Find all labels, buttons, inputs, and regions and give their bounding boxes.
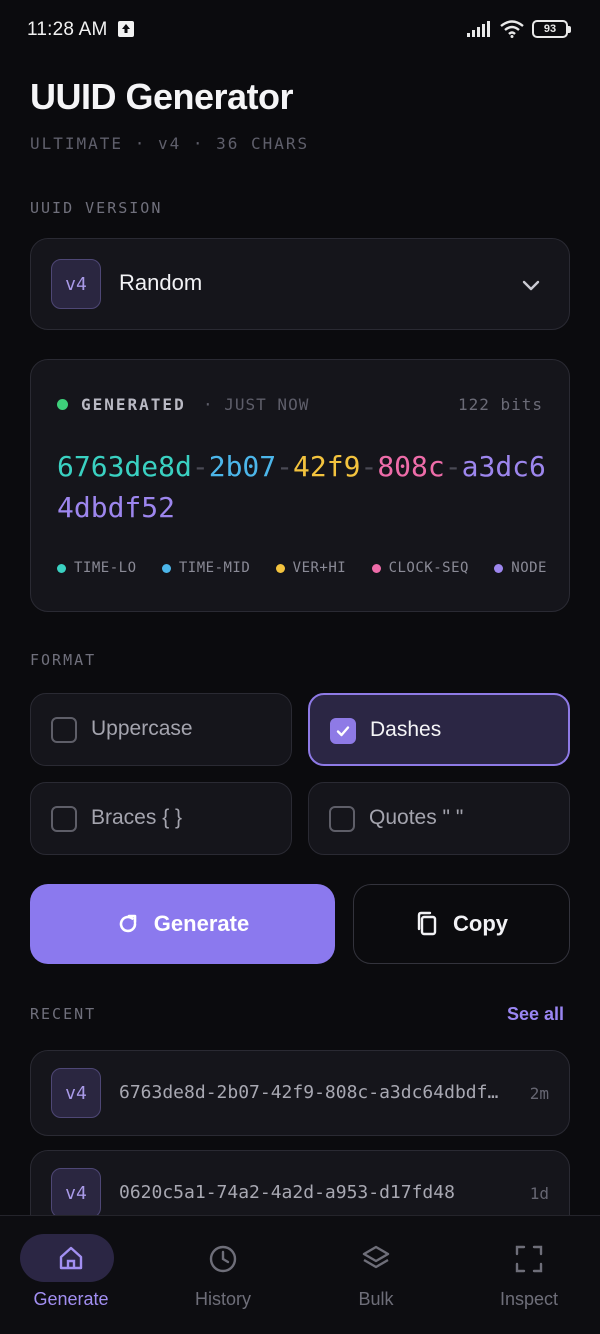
wifi-icon <box>500 20 524 38</box>
status-bar: 11:28 AM 93 <box>0 0 600 60</box>
nav-tab-inspect[interactable]: Inspect <box>454 1216 600 1334</box>
page-title: UUID Generator <box>30 76 294 117</box>
signal-icon <box>467 21 490 37</box>
generated-bits: 122 bits <box>457 395 543 414</box>
legend-item-time-lo: TIME-LO <box>57 560 137 576</box>
uuid-segment-time-lo: 6763de8d <box>57 450 192 483</box>
option-label: Quotes " " <box>369 806 464 829</box>
version-name: Random <box>119 270 203 295</box>
format-option-braces[interactable]: Braces { } <box>30 782 292 855</box>
version-badge: v4 <box>51 259 101 309</box>
version-selector[interactable]: v4 Random <box>30 238 570 330</box>
uuid-dash: - <box>276 450 294 483</box>
clock-icon <box>209 1245 237 1273</box>
recent-uuid: 0620c5a1-74a2-4a2d-a953-d17fd48 <box>119 1182 455 1203</box>
option-label: Dashes <box>370 718 442 741</box>
uuid-dash: - <box>360 450 378 483</box>
option-label: Braces { } <box>91 806 183 829</box>
bottom-navigation: Generate History Bulk Inspect <box>0 1215 600 1334</box>
page-subtitle: ULTIMATE · v4 · 36 CHARS <box>30 134 310 153</box>
checkbox[interactable] <box>51 717 77 743</box>
check-icon <box>336 726 350 737</box>
generated-time: · JUST NOW <box>203 395 310 414</box>
version-section-label: UUID VERSION <box>30 199 163 217</box>
uuid-dash: - <box>191 450 209 483</box>
status-dot <box>57 399 68 410</box>
segment-legend: TIME-LO TIME-MID VER+HI CLOCK-SEQ NODE <box>57 560 547 576</box>
version-badge: v4 <box>51 1068 101 1118</box>
format-option-quotes[interactable]: Quotes " " <box>308 782 570 855</box>
legend-dot <box>275 563 285 573</box>
generated-uuid[interactable]: 6763de8d-2b07-42f9-808c-a3dc64dbdf52 <box>57 446 547 528</box>
uuid-dash: - <box>444 450 462 483</box>
recent-item[interactable]: v4 6763de8d-2b07-42f9-808c-a3dc64dbdf52 … <box>30 1050 570 1136</box>
copy-icon <box>417 911 437 936</box>
nav-tab-history[interactable]: History <box>148 1216 298 1334</box>
nav-tab-generate[interactable]: Generate <box>0 1216 146 1334</box>
copy-button[interactable]: Copy <box>353 884 570 964</box>
recent-age: 2m <box>529 1084 549 1103</box>
uuid-segment-time-mid: 2b07 <box>208 450 277 483</box>
recent-uuid: 6763de8d-2b07-42f9-808c-a3dc64dbdf52 <box>119 1082 509 1103</box>
nav-label: Generate <box>33 1289 109 1309</box>
nav-label: History <box>194 1289 251 1309</box>
chevron-down-icon <box>522 280 540 291</box>
layers-icon <box>362 1245 390 1269</box>
scan-icon <box>515 1245 543 1273</box>
format-option-uppercase[interactable]: Uppercase <box>30 693 292 766</box>
legend-label: TIME-MID <box>178 560 251 576</box>
recent-age: 1d <box>529 1184 549 1203</box>
legend-dot <box>371 563 381 573</box>
legend-item-time-mid: TIME-MID <box>161 560 251 576</box>
legend-item-node: NODE <box>494 560 547 576</box>
upload-notification-icon <box>118 21 134 37</box>
battery-icon: 93 <box>532 20 571 38</box>
home-icon <box>59 1246 83 1270</box>
uuid-segment-ver-hi: 42f9 <box>293 450 361 483</box>
checkbox[interactable] <box>329 806 355 832</box>
uuid-segment-clock-seq: 808c <box>377 450 445 483</box>
generated-label: GENERATED <box>81 395 186 414</box>
refresh-icon <box>119 914 137 933</box>
copy-button-label: Copy <box>453 911 508 936</box>
nav-label: Bulk <box>358 1289 394 1309</box>
generated-card: GENERATED · JUST NOW 122 bits 6763de8d-2… <box>30 359 570 612</box>
checkbox-checked[interactable] <box>330 718 356 744</box>
format-section-label: FORMAT <box>30 651 97 669</box>
see-all-link[interactable]: See all <box>507 1004 564 1025</box>
legend-label: CLOCK-SEQ <box>388 560 469 576</box>
format-option-dashes[interactable]: Dashes <box>308 693 570 766</box>
status-time: 11:28 AM <box>27 19 108 40</box>
legend-label: VER+HI <box>292 560 347 576</box>
legend-item-clock-seq: CLOCK-SEQ <box>371 560 469 576</box>
recent-section-label: RECENT <box>30 1005 97 1023</box>
version-badge: v4 <box>51 1168 101 1218</box>
option-label: Uppercase <box>91 717 193 740</box>
generate-button[interactable]: Generate <box>30 884 335 964</box>
legend-dot <box>161 563 171 573</box>
generate-button-label: Generate <box>153 911 250 936</box>
nav-label: Inspect <box>499 1289 559 1309</box>
legend-dot <box>57 563 66 573</box>
checkbox[interactable] <box>51 806 77 832</box>
legend-label: TIME-LO <box>74 560 137 576</box>
legend-dot <box>494 563 504 573</box>
nav-tab-bulk[interactable]: Bulk <box>301 1216 451 1334</box>
legend-item-ver-hi: VER+HI <box>275 560 347 576</box>
legend-label: NODE <box>511 560 547 576</box>
